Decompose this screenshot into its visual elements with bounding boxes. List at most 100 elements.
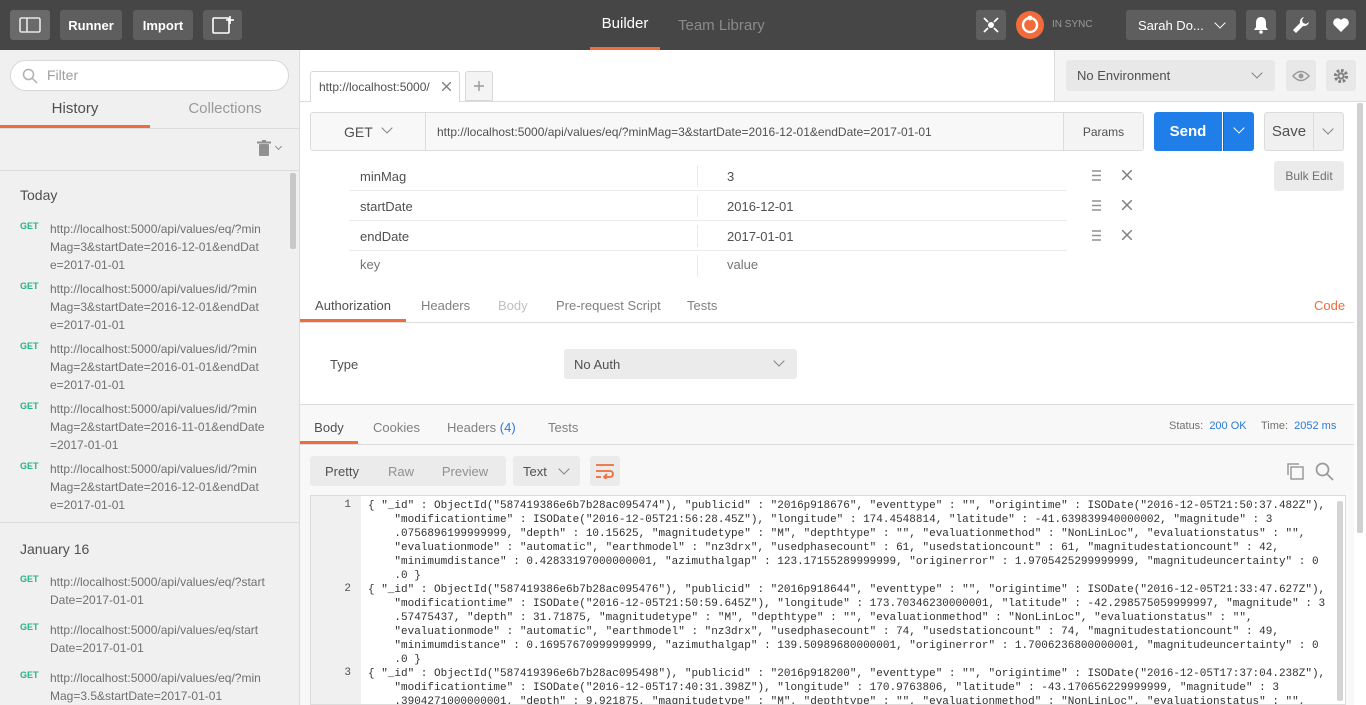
code-line: "minimumdistance" : 0.42833197000000001,… <box>368 556 1319 568</box>
line-number: 3 <box>344 667 351 679</box>
param-value[interactable]: 2017-01-01 <box>727 229 794 244</box>
save-options-button[interactable] <box>1314 112 1344 151</box>
response-body[interactable]: 1 2 3 { "_id" : ObjectId("587419386e6b7b… <box>310 495 1346 705</box>
view-mode-preview[interactable]: Preview <box>428 456 502 486</box>
view-mode-pretty[interactable]: Pretty <box>310 456 374 486</box>
favorites-button[interactable] <box>1326 10 1356 40</box>
code-scrollbar[interactable] <box>1337 501 1343 701</box>
interceptor-button[interactable] <box>976 10 1006 40</box>
drag-handle-icon[interactable] <box>1092 230 1101 241</box>
settings-button[interactable] <box>1286 10 1316 40</box>
bell-icon <box>1254 17 1268 34</box>
environment-select[interactable]: No Environment <box>1066 60 1275 91</box>
close-icon[interactable] <box>1122 170 1132 180</box>
format-label: Text <box>523 464 547 479</box>
tab-pre-request-script[interactable]: Pre-request Script <box>556 298 661 322</box>
runner-button[interactable]: Runner <box>60 10 122 40</box>
add-tab-button[interactable] <box>465 71 493 101</box>
response-tab-body[interactable]: Body <box>300 420 358 444</box>
history-group-today: Today <box>20 187 58 203</box>
code-line: "evaluationmode" : "automatic", "earthmo… <box>368 542 1279 554</box>
tab-headers[interactable]: Headers <box>421 298 470 322</box>
tab-team-library[interactable]: Team Library <box>678 0 765 50</box>
param-value[interactable]: 3 <box>727 169 734 184</box>
clear-history-button[interactable] <box>257 140 287 160</box>
history-url: http://localhost:5000/api/values/eq/?sta… <box>50 575 265 607</box>
manage-environments-button[interactable] <box>1326 60 1356 91</box>
tab-tests[interactable]: Tests <box>687 298 717 322</box>
tab-builder[interactable]: Builder <box>590 0 660 50</box>
send-button[interactable]: Send <box>1154 112 1222 151</box>
save-button[interactable]: Save <box>1264 112 1314 151</box>
main-scrollbar[interactable] <box>1357 103 1363 533</box>
filter-input[interactable] <box>47 67 277 83</box>
tab-collections[interactable]: Collections <box>150 100 299 128</box>
user-menu[interactable]: Sarah Do... <box>1126 10 1236 40</box>
bulk-edit-button[interactable]: Bulk Edit <box>1274 161 1344 191</box>
param-value[interactable]: 2016-12-01 <box>727 199 794 214</box>
heart-icon <box>1333 18 1349 32</box>
response-tab-tests[interactable]: Tests <box>548 420 578 435</box>
response-tab-cookies[interactable]: Cookies <box>373 420 420 435</box>
view-mode-raw[interactable]: Raw <box>374 456 428 486</box>
line-number: 2 <box>344 583 351 595</box>
close-icon[interactable] <box>1122 230 1132 240</box>
drag-handle-icon[interactable] <box>1092 200 1101 211</box>
history-url: http://localhost:5000/api/values/id/?min… <box>50 342 259 392</box>
notifications-button[interactable] <box>1246 10 1276 40</box>
search-icon[interactable] <box>1315 462 1334 481</box>
wrap-lines-button[interactable] <box>590 456 620 486</box>
response-tab-headers-label: Headers <box>447 420 497 435</box>
url-text: http://localhost:5000/api/values/eq/?min… <box>437 125 932 139</box>
drag-handle-icon[interactable] <box>1092 170 1101 181</box>
params-button[interactable]: Params <box>1063 113 1143 150</box>
code-line: "minimumdistance" : 0.16957670999999999,… <box>368 640 1319 652</box>
send-options-button[interactable] <box>1223 112 1254 151</box>
divider <box>0 522 299 523</box>
time-value: 2052 ms <box>1294 420 1337 432</box>
param-row: startDate 2016-12-01 <box>349 191 1067 221</box>
code-line: { "_id" : ObjectId("587419386e6b7b28ac09… <box>368 500 1326 512</box>
param-key[interactable]: endDate <box>360 229 409 244</box>
sidebar-toggle-button[interactable] <box>10 10 50 40</box>
new-tab-button[interactable] <box>203 10 242 40</box>
tab-history[interactable]: History <box>0 100 150 128</box>
environment-label: No Environment <box>1077 68 1171 83</box>
chevron-down-icon <box>1251 67 1263 79</box>
copy-icon[interactable] <box>1286 462 1304 480</box>
code-line: "modificationtime" : ISODate("2016-12-05… <box>368 514 1273 526</box>
chevron-down-icon <box>558 463 570 475</box>
param-value-input[interactable] <box>727 257 1047 272</box>
request-tab-label: http://localhost:5000/ <box>319 80 430 94</box>
param-row-new <box>349 251 1067 281</box>
status-value: 200 OK <box>1209 420 1247 432</box>
format-select[interactable]: Text <box>513 456 580 486</box>
code-line: .0 } <box>368 570 421 582</box>
sync-status: IN SYNC <box>1052 19 1093 30</box>
sync-button[interactable] <box>1015 10 1045 40</box>
tab-authorization[interactable]: Authorization <box>300 298 406 322</box>
code-line: "modificationtime" : ISODate("2016-12-05… <box>368 682 1279 694</box>
response-tab-headers[interactable]: Headers (4) <box>447 420 516 435</box>
method-select[interactable]: GET <box>311 113 426 150</box>
chevron-down-icon <box>381 122 393 134</box>
param-key-input[interactable] <box>360 257 680 272</box>
eye-icon <box>1292 70 1310 81</box>
param-key[interactable]: startDate <box>360 199 413 214</box>
auth-type-select[interactable]: No Auth <box>564 349 797 379</box>
sidebar-scrollbar[interactable] <box>290 173 296 249</box>
request-tab[interactable]: http://localhost:5000/ <box>310 71 460 102</box>
code-line: .3904271000000001, "depth" : 9.921875, "… <box>368 696 1306 705</box>
auth-type-value: No Auth <box>574 357 621 372</box>
url-input[interactable]: http://localhost:5000/api/values/eq/?min… <box>427 113 1063 150</box>
code-link[interactable]: Code <box>1314 298 1345 322</box>
close-icon[interactable] <box>1122 200 1132 210</box>
user-name: Sarah Do... <box>1138 17 1204 33</box>
param-key[interactable]: minMag <box>360 169 406 184</box>
import-button[interactable]: Import <box>133 10 193 40</box>
tab-body[interactable]: Body <box>498 298 528 322</box>
history-url: http://localhost:5000/api/values/id/?min… <box>50 462 259 512</box>
environment-quick-look-button[interactable] <box>1286 60 1316 91</box>
close-icon[interactable] <box>442 82 451 91</box>
history-url: http://localhost:5000/api/values/eq/star… <box>50 623 259 655</box>
